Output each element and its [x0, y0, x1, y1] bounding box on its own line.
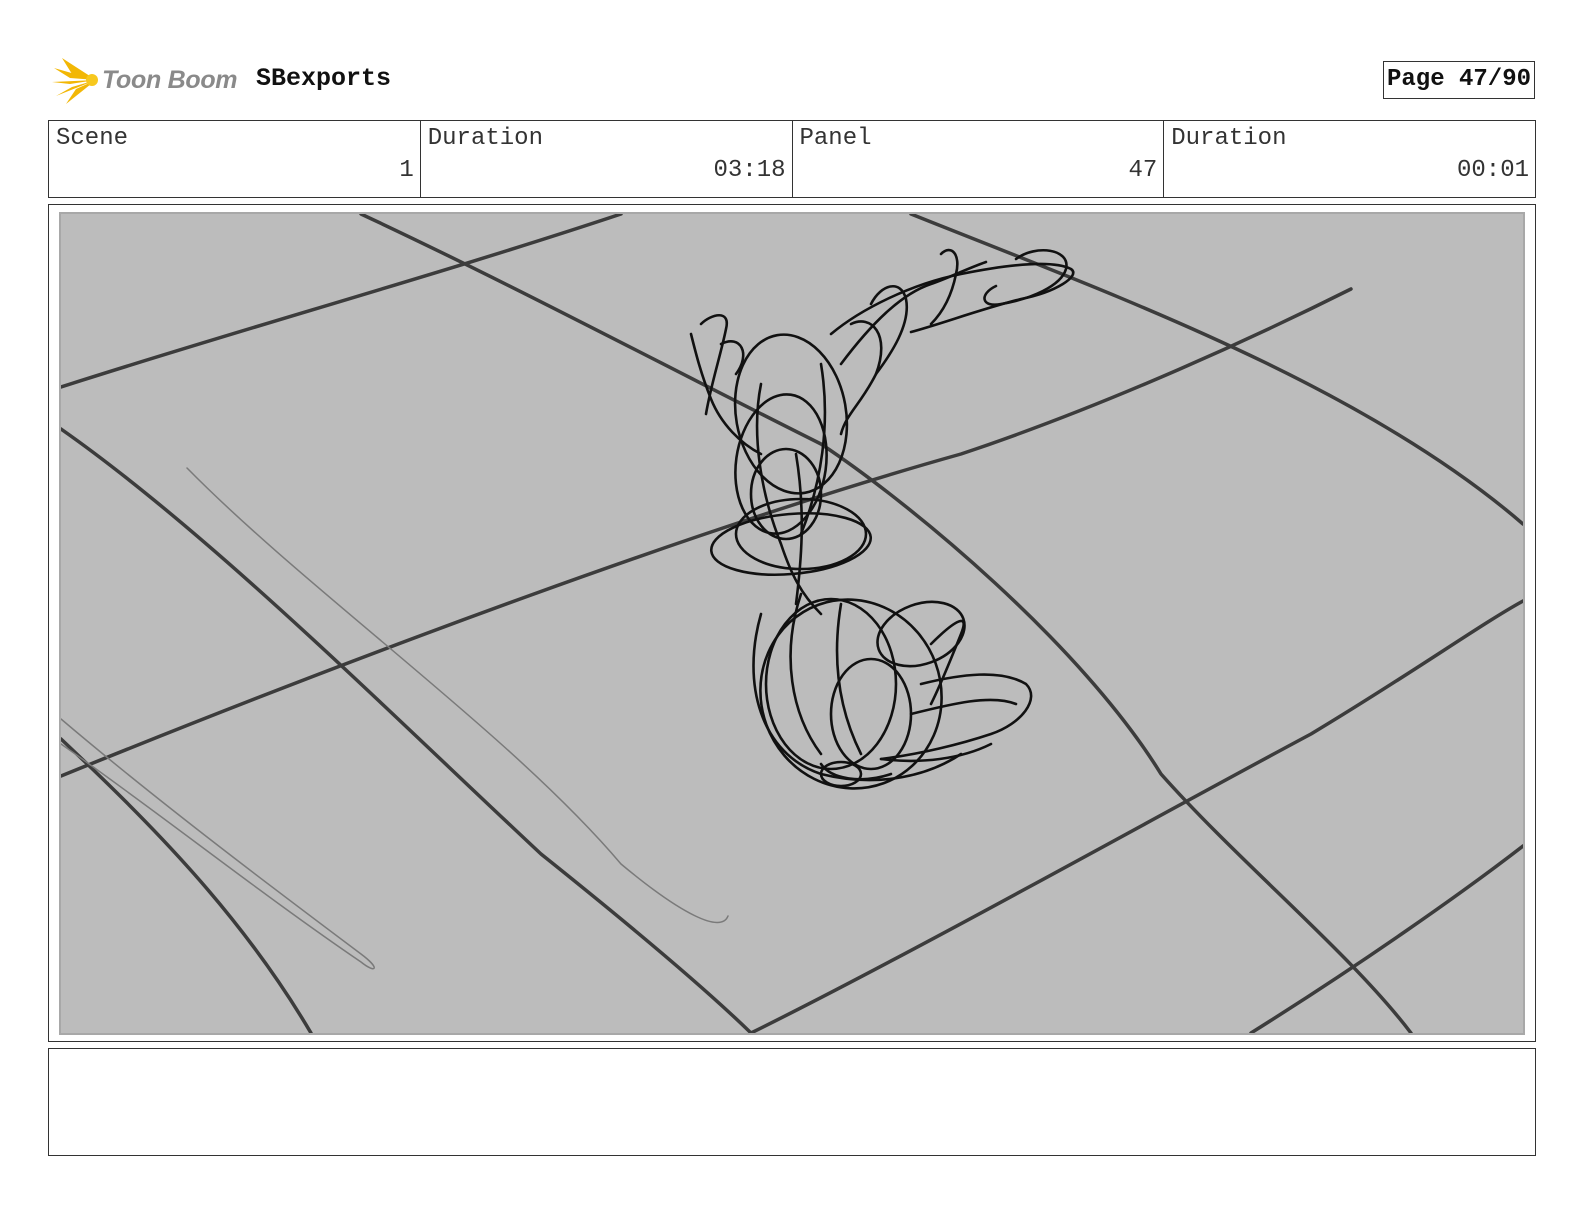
logo-text: Toon Boom [102, 65, 238, 94]
panel-value: 47 [1128, 157, 1158, 184]
motion-lines [61, 467, 729, 970]
panel-label: Panel [799, 125, 872, 152]
figure-sketch [689, 248, 1075, 790]
panel-duration-value: 00:01 [1456, 157, 1529, 184]
scene-duration-cell: Duration 03:18 [421, 121, 793, 197]
panel-duration-label: Duration [1171, 125, 1287, 152]
scene-cell: Scene 1 [49, 121, 421, 197]
panel-duration-cell: Duration 00:01 [1164, 121, 1535, 197]
scene-duration-label: Duration [427, 125, 543, 152]
floor-grid [61, 214, 1523, 1033]
project-title: SBexports [256, 64, 392, 93]
scene-duration-value: 03:18 [713, 157, 786, 184]
page-indicator: Page 47/90 [1383, 61, 1535, 99]
storyboard-panel-image [59, 212, 1525, 1035]
sketch-drawing [61, 214, 1523, 1033]
panel-cell: Panel 47 [793, 121, 1165, 197]
info-table: Scene 1 Duration 03:18 Panel 47 Duration… [48, 120, 1536, 198]
starburst-icon [52, 58, 98, 104]
toon-boom-logo: Toon Boom [52, 54, 242, 106]
caption-box [48, 1048, 1536, 1156]
scene-label: Scene [56, 125, 129, 152]
scene-value: 1 [399, 157, 414, 184]
